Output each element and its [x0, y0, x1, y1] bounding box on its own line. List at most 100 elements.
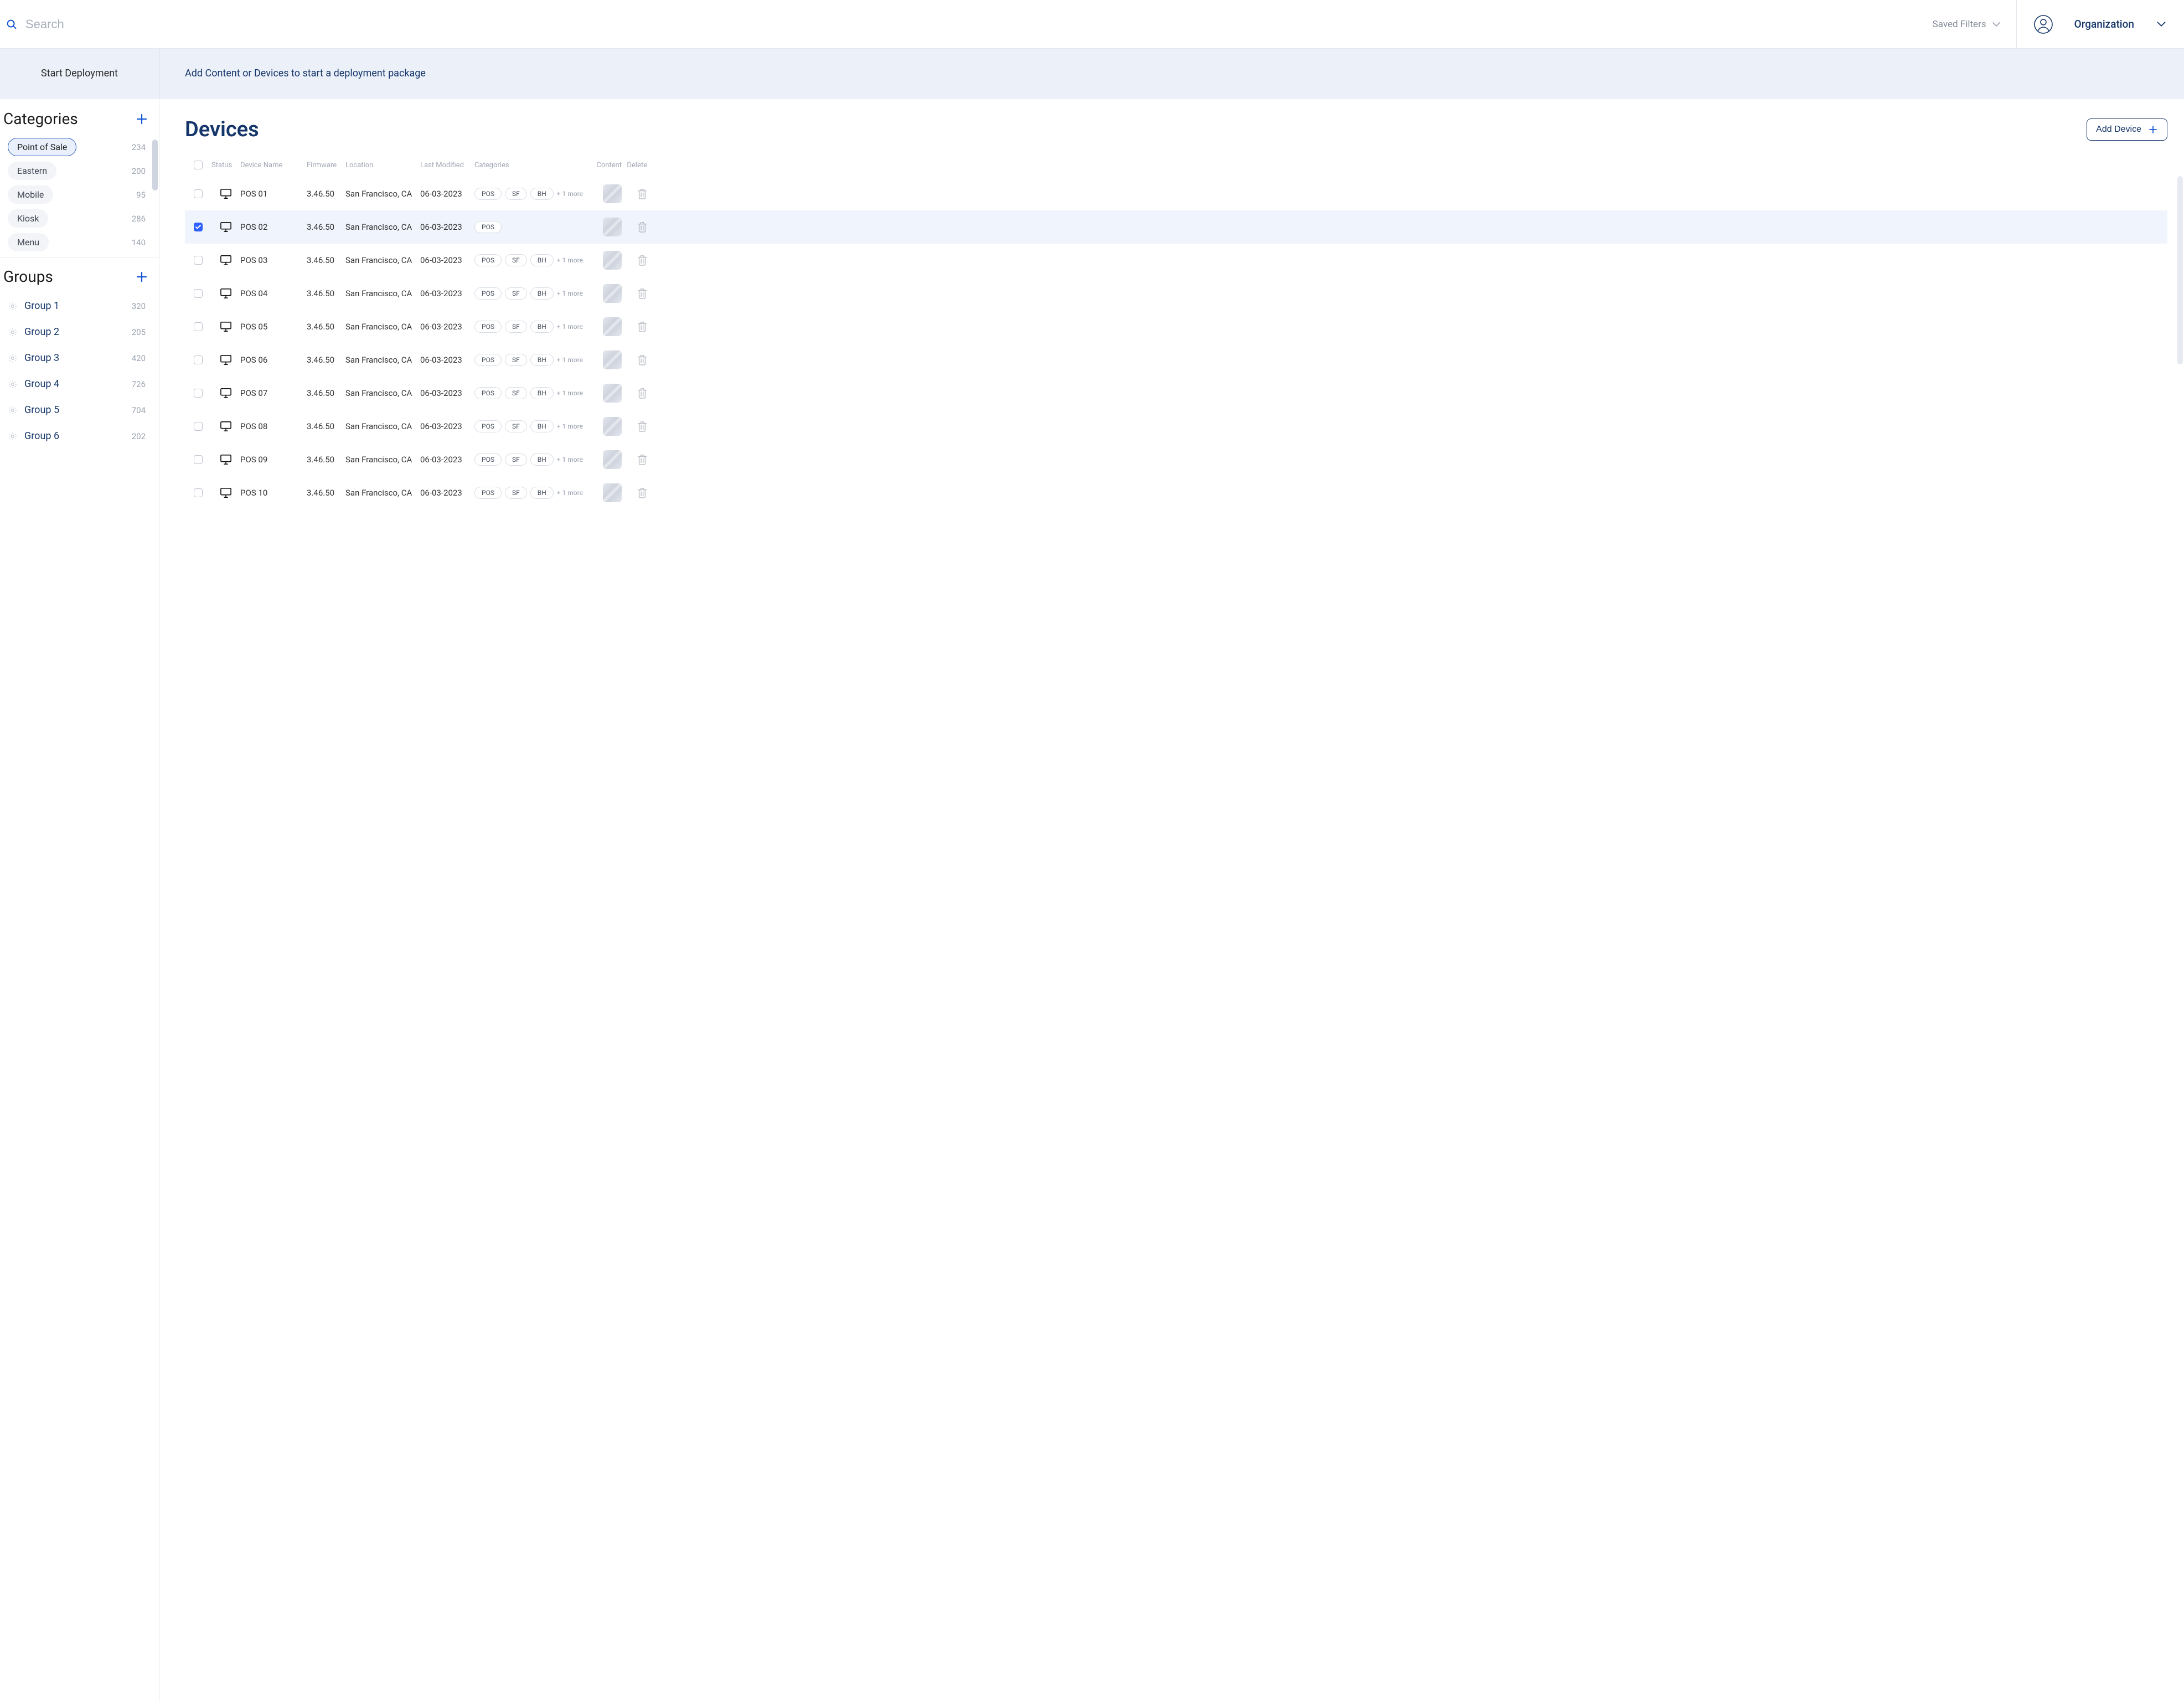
start-deployment-button[interactable]: Start Deployment	[0, 49, 159, 98]
delete-button[interactable]	[637, 487, 647, 498]
category-tag[interactable]: POS	[474, 221, 502, 233]
row-checkbox[interactable]	[194, 422, 203, 431]
delete-button[interactable]	[637, 255, 647, 266]
delete-button[interactable]	[637, 388, 647, 399]
delete-button[interactable]	[637, 288, 647, 299]
more-categories[interactable]: + 1 more	[557, 456, 583, 463]
category-tag[interactable]: BH	[530, 254, 554, 266]
group-item[interactable]: Group 2205	[8, 322, 149, 342]
category-tag[interactable]: SF	[505, 487, 527, 499]
delete-button[interactable]	[637, 454, 647, 465]
category-tag[interactable]: SF	[505, 387, 527, 399]
group-item[interactable]: Group 5704	[8, 400, 149, 420]
category-tag[interactable]: SF	[505, 287, 527, 300]
add-group-button[interactable]	[135, 270, 149, 284]
delete-button[interactable]	[637, 221, 647, 233]
category-tag[interactable]: BH	[530, 321, 554, 333]
category-tag[interactable]: BH	[530, 453, 554, 466]
more-categories[interactable]: + 1 more	[557, 323, 583, 331]
row-checkbox[interactable]	[194, 355, 203, 364]
row-checkbox[interactable]	[194, 389, 203, 398]
category-tag[interactable]: POS	[474, 254, 502, 266]
row-checkbox[interactable]	[194, 488, 203, 497]
content-thumbnail[interactable]	[603, 251, 622, 270]
more-categories[interactable]: + 1 more	[557, 489, 583, 497]
more-categories[interactable]: + 1 more	[557, 290, 583, 297]
group-item[interactable]: Group 1320	[8, 296, 149, 316]
category-tag[interactable]: POS	[474, 420, 502, 432]
more-categories[interactable]: + 1 more	[557, 256, 583, 264]
more-categories[interactable]: + 1 more	[557, 389, 583, 397]
table-row[interactable]: POS 013.46.50San Francisco, CA06-03-2023…	[185, 177, 2167, 210]
user-avatar[interactable]	[2017, 14, 2070, 34]
table-row[interactable]: POS 053.46.50San Francisco, CA06-03-2023…	[185, 310, 2167, 343]
search-input[interactable]	[25, 17, 247, 32]
row-checkbox[interactable]	[194, 256, 203, 265]
category-tag[interactable]: POS	[474, 487, 502, 499]
delete-button[interactable]	[637, 321, 647, 332]
row-checkbox[interactable]	[194, 322, 203, 331]
add-device-button[interactable]: Add Device	[2087, 118, 2167, 141]
group-item[interactable]: Group 6202	[8, 426, 149, 446]
scrollbar-thumb[interactable]	[152, 140, 158, 190]
category-pill[interactable]: Eastern	[8, 162, 56, 180]
content-thumbnail[interactable]	[603, 350, 622, 369]
add-category-button[interactable]	[135, 112, 149, 126]
category-tag[interactable]: BH	[530, 188, 554, 200]
content-thumbnail[interactable]	[603, 450, 622, 469]
table-row[interactable]: POS 083.46.50San Francisco, CA06-03-2023…	[185, 410, 2167, 443]
category-tag[interactable]: POS	[474, 321, 502, 333]
more-categories[interactable]: + 1 more	[557, 422, 583, 430]
content-thumbnail[interactable]	[603, 384, 622, 403]
row-checkbox[interactable]	[194, 223, 203, 231]
category-tag[interactable]: SF	[505, 354, 527, 366]
more-categories[interactable]: + 1 more	[557, 190, 583, 198]
row-checkbox[interactable]	[194, 189, 203, 198]
content-thumbnail[interactable]	[603, 218, 622, 236]
table-row[interactable]: POS 073.46.50San Francisco, CA06-03-2023…	[185, 377, 2167, 410]
table-row[interactable]: POS 103.46.50San Francisco, CA06-03-2023…	[185, 476, 2167, 509]
organization-dropdown[interactable]: Organization	[2070, 18, 2184, 30]
content-thumbnail[interactable]	[603, 317, 622, 336]
category-tag[interactable]: BH	[530, 287, 554, 300]
table-row[interactable]: POS 043.46.50San Francisco, CA06-03-2023…	[185, 277, 2167, 310]
category-pill[interactable]: Menu	[8, 233, 49, 251]
category-tag[interactable]: POS	[474, 453, 502, 466]
category-tag[interactable]: SF	[505, 188, 527, 200]
category-pill[interactable]: Mobile	[8, 185, 53, 204]
category-tag[interactable]: SF	[505, 254, 527, 266]
category-tag[interactable]: POS	[474, 188, 502, 200]
row-checkbox[interactable]	[194, 289, 203, 298]
delete-button[interactable]	[637, 188, 647, 199]
select-all-checkbox[interactable]	[194, 161, 203, 169]
category-pill[interactable]: Point of Sale	[8, 138, 76, 156]
group-item[interactable]: Group 3420	[8, 348, 149, 368]
more-categories[interactable]: + 1 more	[557, 356, 583, 364]
table-row[interactable]: POS 033.46.50San Francisco, CA06-03-2023…	[185, 244, 2167, 277]
category-tag[interactable]: POS	[474, 387, 502, 399]
category-pill[interactable]: Kiosk	[8, 209, 48, 228]
table-row[interactable]: POS 063.46.50San Francisco, CA06-03-2023…	[185, 343, 2167, 377]
content-thumbnail[interactable]	[603, 483, 622, 502]
category-tag[interactable]: SF	[505, 453, 527, 466]
content-thumbnail[interactable]	[603, 417, 622, 436]
scrollbar-thumb[interactable]	[2177, 176, 2183, 364]
content-thumbnail[interactable]	[603, 284, 622, 303]
category-tag[interactable]: BH	[530, 420, 554, 432]
category-tag[interactable]: SF	[505, 420, 527, 432]
category-tag[interactable]: BH	[530, 487, 554, 499]
category-tag[interactable]: SF	[505, 321, 527, 333]
delete-button[interactable]	[637, 421, 647, 432]
category-tag[interactable]: POS	[474, 354, 502, 366]
table-row[interactable]: POS 093.46.50San Francisco, CA06-03-2023…	[185, 443, 2167, 476]
group-item[interactable]: Group 4726	[8, 374, 149, 394]
cell-location: San Francisco, CA	[345, 421, 420, 431]
saved-filters-dropdown[interactable]: Saved Filters	[1933, 19, 2016, 30]
category-tag[interactable]: BH	[530, 354, 554, 366]
category-tag[interactable]: POS	[474, 287, 502, 300]
table-row[interactable]: POS 023.46.50San Francisco, CA06-03-2023…	[185, 210, 2167, 244]
row-checkbox[interactable]	[194, 455, 203, 464]
delete-button[interactable]	[637, 354, 647, 365]
content-thumbnail[interactable]	[603, 184, 622, 203]
category-tag[interactable]: BH	[530, 387, 554, 399]
